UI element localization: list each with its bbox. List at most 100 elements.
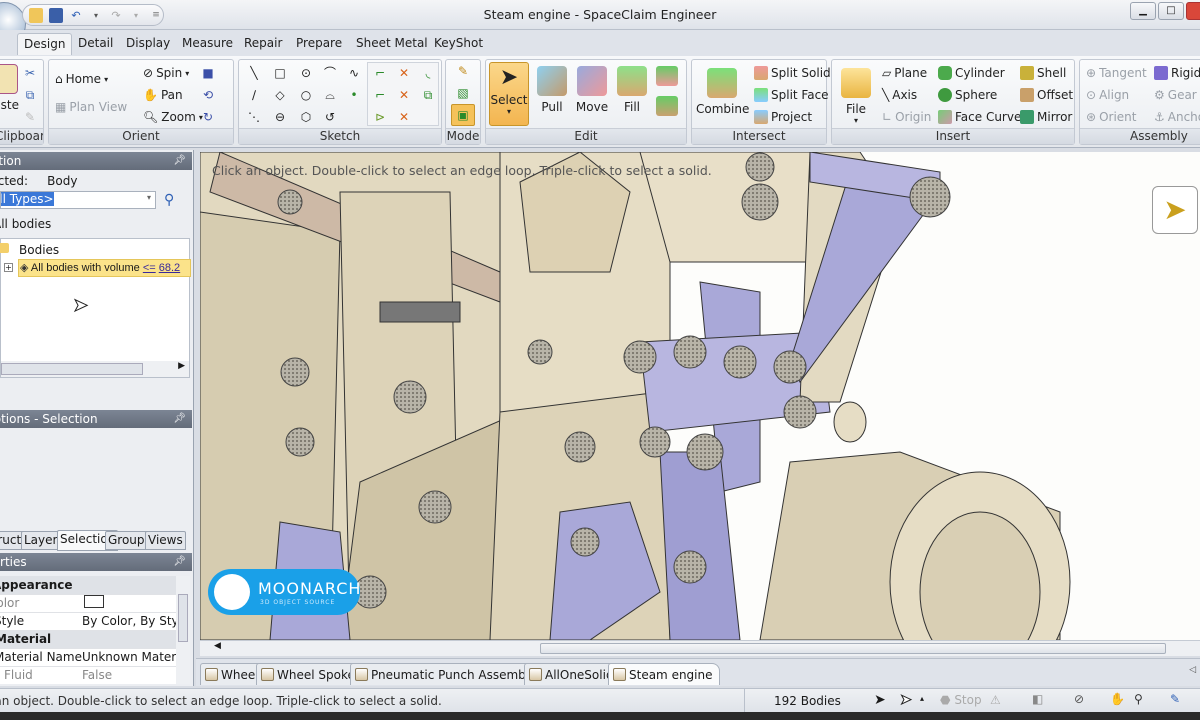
color-swatch[interactable] [83,595,104,608]
select-dropdown-icon[interactable]: ▴ [920,694,924,703]
align-button[interactable]: ⊙ Align [1086,88,1129,102]
prop-material-name-value[interactable]: Unknown Material [81,648,176,667]
split-curve-icon[interactable]: ✕ [397,88,411,102]
tree-root-bodies[interactable]: Bodies [19,243,59,257]
3d-mode-icon[interactable]: ▣ [451,104,475,126]
spline-icon[interactable]: ∿ [347,66,361,80]
file-button[interactable]: File ▾ [838,68,874,125]
type-filter-dropdown[interactable]: <All Types> ▾ [0,191,156,209]
arc-icon[interactable]: ⌒ [323,66,337,80]
tree-item-operator[interactable]: <= [143,262,156,274]
move-button[interactable]: Move [574,66,610,114]
3d-viewport[interactable]: Click an object. Double-click to select … [200,152,1200,640]
pan-button[interactable]: ✋ Pan [143,88,183,102]
project-button[interactable]: Project [754,110,812,124]
tangent-button[interactable]: ⊕ Tangent [1086,66,1147,80]
select-button[interactable]: ➤ Select ▾ [489,62,529,126]
plan-view-button[interactable]: ▦ Plan View [55,100,127,114]
doc-tab-allonesolid[interactable]: AllOneSolid [524,663,621,685]
properties-scrollbar[interactable] [176,576,190,684]
project-to-sketch-icon[interactable]: ⧉ [421,88,435,102]
cut-icon[interactable]: ✂ [23,66,37,80]
sphere-button[interactable]: Sphere [938,88,997,102]
sweep-arc-icon[interactable]: ↺ [323,110,337,124]
prop-style-value[interactable]: By Color, By Style [81,612,176,631]
select-tool-indicator[interactable]: ➤ [1152,186,1198,234]
pull-button[interactable]: Pull [534,66,570,114]
fill-button[interactable]: Fill [614,66,650,114]
tree-horizontal-scrollbar[interactable]: ▶ [1,361,189,377]
trim-away-icon[interactable]: ✕ [397,66,411,80]
maximize-button[interactable]: □ [1158,2,1184,20]
sketch-pencil-icon[interactable]: ✎ [1170,692,1180,706]
search-icon[interactable]: ⚲ [164,192,174,208]
warning-icon[interactable]: ⚠ [990,693,1001,707]
pin-icon[interactable]: 📌︎ [173,152,186,170]
viewport-horizontal-scrollbar[interactable]: ◀ [200,640,1200,656]
select-arrow-icon[interactable]: ➤ [900,692,913,709]
offset-button[interactable]: Offset [1020,88,1073,102]
view-cube-icon[interactable]: ■ [201,66,215,80]
steam-engine-model[interactable] [200,152,1200,640]
doc-tab-pneumatic-punch[interactable]: Pneumatic Punch Assembly.2 [350,663,553,685]
shell-button[interactable]: Shell [1020,66,1066,80]
scroll-right-icon[interactable]: ▶ [178,361,185,371]
cylinder-button[interactable]: Cylinder [938,66,1005,80]
three-point-circle-icon[interactable]: ○ [299,88,313,102]
create-corner-icon[interactable]: ⌐ [373,66,387,80]
polygon-icon[interactable]: ⬡ [299,110,313,124]
create-rounded-corner-icon[interactable]: ◟ [421,66,435,80]
scale-icon[interactable]: ✕ [397,110,411,124]
origin-button[interactable]: ∟ Origin [882,110,931,124]
tweak-face-icon[interactable] [656,96,678,116]
tab-repair[interactable]: Repair [244,36,282,50]
ellipse-icon[interactable]: ⊖ [273,110,287,124]
tab-display[interactable]: Display [126,36,170,50]
tab-keyshot[interactable]: KeyShot [434,36,483,50]
pan-icon[interactable]: ✋ [1110,692,1125,706]
face-curve-button[interactable]: Face Curve [938,110,1021,124]
copy-icon[interactable]: ⧉ [23,88,37,102]
minimize-button[interactable]: ▁ [1130,2,1156,20]
combine-button[interactable]: Combine [696,68,749,116]
tab-sheet-metal[interactable]: Sheet Metal [356,36,428,50]
tab-measure[interactable]: Measure [182,36,233,50]
rigid-button[interactable]: Rigid [1154,66,1200,80]
scrollbar-thumb[interactable] [540,643,1166,654]
tree-item-value[interactable]: 68.2 [159,262,180,274]
panel-tab-views[interactable]: Views [145,531,186,550]
axis-button[interactable]: ╲ Axis [882,88,917,102]
doc-tab-steam-engine[interactable]: Steam engine [608,663,720,685]
split-solid-button[interactable]: Split Solid [754,66,831,80]
doc-tab-wheel-spoke[interactable]: Wheel Spoke [256,663,362,685]
scroll-left-icon[interactable]: ◀ [214,641,221,651]
tab-design[interactable]: Design [17,33,73,55]
split-face-button[interactable]: Split Face [754,88,829,102]
stop-button[interactable]: ⬣ Stop [940,693,982,707]
circle-icon[interactable]: ⊙ [299,66,313,80]
tab-scroll-left-icon[interactable]: ◁ [1189,665,1196,675]
orient-assembly-button[interactable]: ⊛ Orient [1086,110,1136,124]
construction-line-icon[interactable]: ⋱ [247,110,261,124]
mirror-button[interactable]: Mirror [1020,110,1072,124]
gear-button[interactable]: ⚙ Gear [1154,88,1197,102]
pin-icon[interactable]: 📌︎ [173,553,186,571]
paste-button[interactable]: Paste [0,64,19,112]
sketch-mode-icon[interactable]: ✎ [456,64,470,78]
tab-detail[interactable]: Detail [78,36,113,50]
replace-icon[interactable] [656,66,678,86]
rotate-view-icon[interactable]: ↻ [201,110,215,124]
pin-icon[interactable]: 📌︎ [173,410,186,428]
tree-item-volume-filter[interactable]: ◈ All bodies with volume <= 68.2 [18,259,191,277]
home-button[interactable]: ⌂ Home ▾ [55,72,108,86]
rectangle-icon[interactable]: □ [273,66,287,80]
expand-icon[interactable]: + [4,263,13,272]
zoom-icon[interactable]: ⚲ [1134,692,1143,706]
plane-button[interactable]: ▱ Plane [882,66,927,80]
bend-icon[interactable]: ⊳ [373,110,387,124]
view-toggle-icon[interactable]: ◧ [1032,692,1043,706]
tab-prepare[interactable]: Prepare [296,36,342,50]
tangent-line-icon[interactable]: ∕ [247,88,261,102]
offset-curve-icon[interactable]: ⌐ [373,88,387,102]
select-refresh-icon[interactable]: ➤ [874,692,886,708]
